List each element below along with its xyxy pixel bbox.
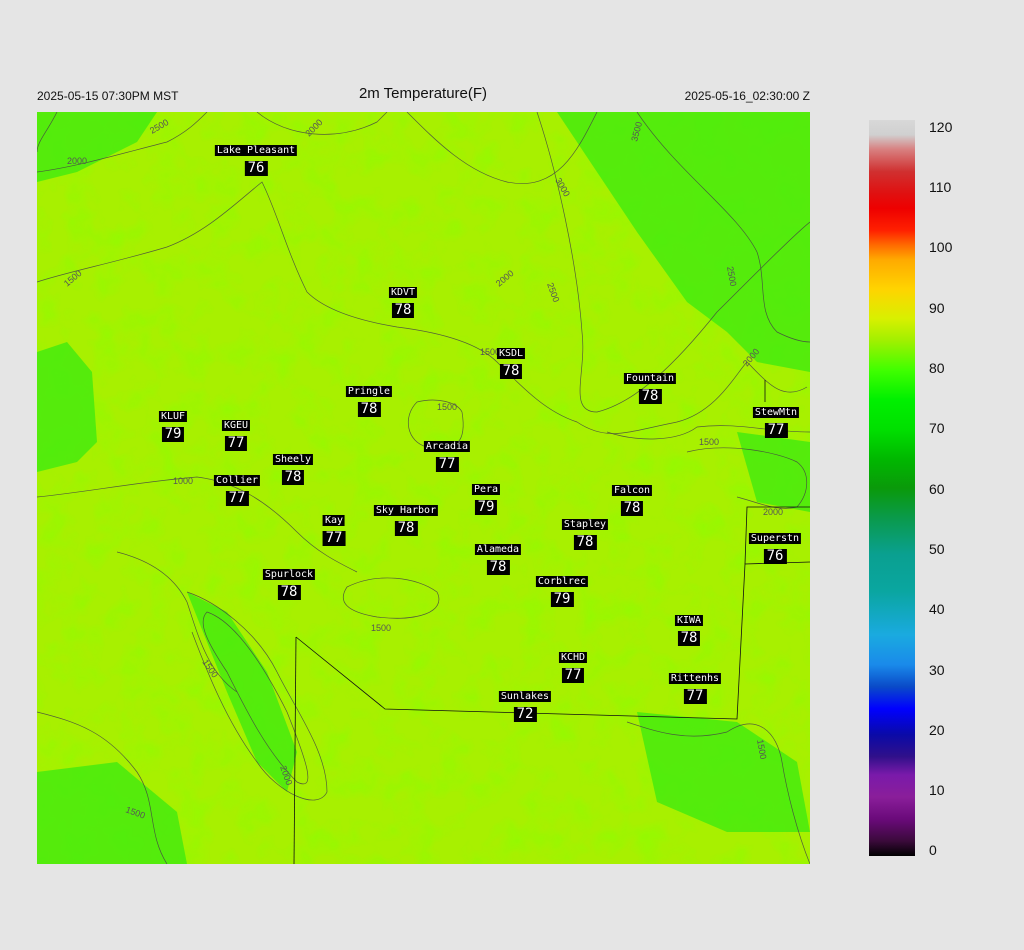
contour-label: 1500 (480, 347, 500, 357)
colorbar-tick-label: 50 (929, 541, 945, 557)
colorbar-tick-label: 110 (929, 179, 952, 195)
contour-label: 1000 (173, 476, 193, 486)
contour-label: 1500 (437, 402, 457, 412)
colorbar-tick-label: 30 (929, 662, 945, 678)
colorbar-tick-label: 70 (929, 420, 945, 436)
colorbar-tick-label: 100 (929, 239, 953, 255)
valid-time-utc: 2025-05-16_02:30:00 Z (684, 89, 810, 103)
contour-label: 1500 (699, 437, 719, 447)
colorbar-tick-label: 90 (929, 300, 945, 316)
colorbar-tick-label: 0 (929, 842, 937, 858)
colorbar-tick-label: 120 (929, 119, 953, 135)
colorbar-tick-label: 60 (929, 481, 945, 497)
colorbar-tick-label: 40 (929, 601, 945, 617)
contour-label: 2000 (763, 507, 783, 517)
temperature-map[interactable]: 2500 2000 2000 3500 3000 2500 2500 2000 … (37, 112, 810, 864)
contour-label: 1500 (371, 623, 391, 633)
contour-label: 2000 (67, 156, 87, 166)
temperature-colorbar (869, 120, 915, 856)
colorbar-tick-label: 20 (929, 722, 945, 738)
colorbar-tick-label: 10 (929, 782, 945, 798)
colorbar-tick-label: 80 (929, 360, 945, 376)
